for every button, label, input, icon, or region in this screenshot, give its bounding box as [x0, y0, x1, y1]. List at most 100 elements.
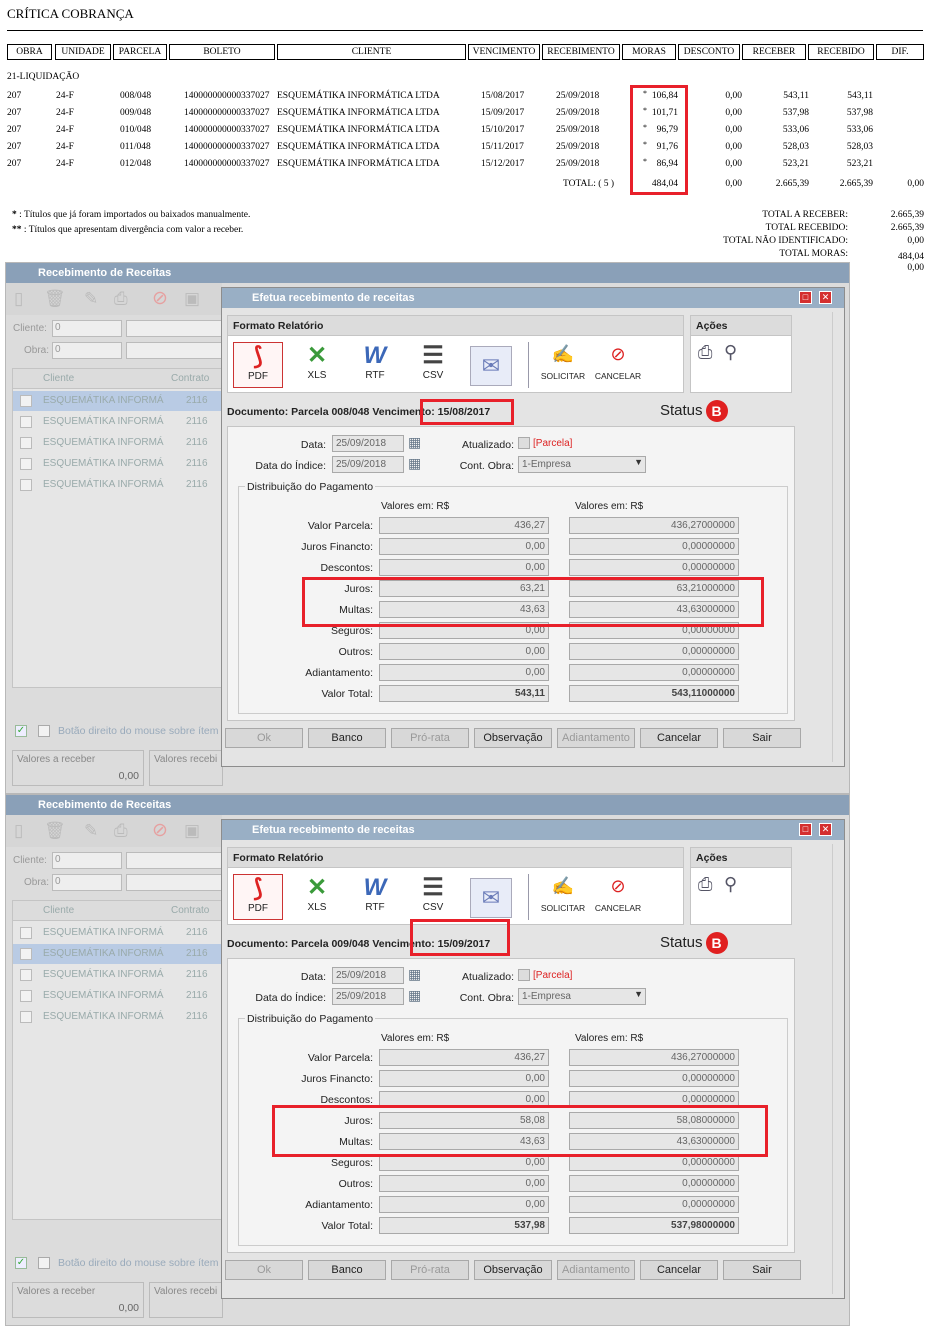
rtf-button[interactable]: W RTF: [350, 874, 400, 920]
cancelar-report-button[interactable]: ⊘ CANCELAR: [593, 876, 643, 913]
value-field-precise[interactable]: 43,63000000: [569, 1133, 739, 1150]
row-checkbox[interactable]: [20, 1011, 32, 1023]
row-checkbox[interactable]: [20, 437, 32, 449]
value-field-reais[interactable]: 0,00: [379, 1154, 549, 1171]
xls-button[interactable]: ✕ XLS: [292, 342, 342, 388]
row-checkbox[interactable]: [20, 395, 32, 407]
cliente-name-input[interactable]: [126, 320, 222, 337]
trash-icon[interactable]: 🗑: [44, 821, 66, 841]
value-field-reais[interactable]: 0,00: [379, 1175, 549, 1192]
pdf-button[interactable]: ⟆ PDF: [233, 874, 283, 920]
button-prrata[interactable]: Pró-rata: [391, 1260, 469, 1280]
value-field-precise[interactable]: 543,11000000: [569, 685, 739, 702]
calendar-icon[interactable]: ▦: [408, 455, 421, 472]
cliente-name-input[interactable]: [126, 852, 222, 869]
rtf-button[interactable]: W RTF: [350, 342, 400, 388]
cliente-input[interactable]: 0: [52, 320, 122, 337]
cliente-input[interactable]: 0: [52, 852, 122, 869]
option-checkbox[interactable]: [38, 1257, 50, 1269]
table-row[interactable]: ESQUEMÁTIKA INFORMÁ 2116: [13, 1007, 223, 1027]
chevron-down-icon[interactable]: ▼: [634, 989, 643, 999]
value-field-reais[interactable]: 43,63: [379, 601, 549, 618]
value-field-reais[interactable]: 436,27: [379, 517, 549, 534]
button-prrata[interactable]: Pró-rata: [391, 728, 469, 748]
value-field-reais[interactable]: 0,00: [379, 559, 549, 576]
binoculars-icon[interactable]: ⚲: [724, 874, 737, 895]
value-field-precise[interactable]: 0,00000000: [569, 1091, 739, 1108]
atualizado-checkbox[interactable]: [518, 969, 530, 981]
button-ok[interactable]: Ok: [225, 1260, 303, 1280]
table-row[interactable]: ESQUEMÁTIKA INFORMÁ 2116: [13, 986, 223, 1006]
value-field-reais[interactable]: 0,00: [379, 1070, 549, 1087]
maximize-icon[interactable]: □: [799, 823, 812, 836]
save-icon[interactable]: ▣: [184, 289, 200, 309]
table-row[interactable]: ESQUEMÁTIKA INFORMÁ 2116: [13, 454, 223, 474]
obra-input[interactable]: 0: [52, 874, 122, 891]
option-checkbox[interactable]: [38, 725, 50, 737]
data-field[interactable]: 25/09/2018: [332, 967, 404, 984]
value-field-precise[interactable]: 436,27000000: [569, 1049, 739, 1066]
button-observao[interactable]: Observação: [474, 728, 552, 748]
table-row[interactable]: ESQUEMÁTIKA INFORMÁ 2116: [13, 391, 223, 411]
value-field-reais[interactable]: 0,00: [379, 622, 549, 639]
obra-name-input[interactable]: [126, 342, 222, 359]
value-field-precise[interactable]: 0,00000000: [569, 1070, 739, 1087]
value-field-reais[interactable]: 0,00: [379, 538, 549, 555]
binoculars-icon[interactable]: ⚲: [724, 342, 737, 363]
button-sair[interactable]: Sair: [723, 1260, 801, 1280]
value-field-precise[interactable]: 0,00000000: [569, 1175, 739, 1192]
cancelar-report-button[interactable]: ⊘ CANCELAR: [593, 344, 643, 381]
value-field-precise[interactable]: 0,00000000: [569, 559, 739, 576]
save-icon[interactable]: ▣: [184, 821, 200, 841]
scrollbar[interactable]: [832, 844, 842, 1294]
select-all-checkbox[interactable]: ✓: [15, 725, 27, 737]
tool-icon[interactable]: ✎: [84, 289, 98, 309]
new-icon[interactable]: ▯: [14, 289, 23, 309]
tool-icon[interactable]: ✎: [84, 821, 98, 841]
button-cancelar[interactable]: Cancelar: [640, 728, 718, 748]
table-row[interactable]: ESQUEMÁTIKA INFORMÁ 2116: [13, 944, 223, 964]
calendar-icon[interactable]: ▦: [408, 966, 421, 983]
pdf-button[interactable]: ⟆ PDF: [233, 342, 283, 388]
value-field-precise[interactable]: 58,08000000: [569, 1112, 739, 1129]
value-field-precise[interactable]: 0,00000000: [569, 1196, 739, 1213]
value-field-reais[interactable]: 43,63: [379, 1133, 549, 1150]
value-field-precise[interactable]: 0,00000000: [569, 622, 739, 639]
scrollbar[interactable]: [832, 312, 842, 762]
button-cancelar[interactable]: Cancelar: [640, 1260, 718, 1280]
value-field-precise[interactable]: 0,00000000: [569, 538, 739, 555]
table-row[interactable]: ESQUEMÁTIKA INFORMÁ 2116: [13, 923, 223, 943]
value-field-precise[interactable]: 0,00000000: [569, 1154, 739, 1171]
table-row[interactable]: ESQUEMÁTIKA INFORMÁ 2116: [13, 433, 223, 453]
value-field-reais[interactable]: 0,00: [379, 664, 549, 681]
value-field-precise[interactable]: 436,27000000: [569, 517, 739, 534]
obra-input[interactable]: 0: [52, 342, 122, 359]
select-all-checkbox[interactable]: ✓: [15, 1257, 27, 1269]
printer-icon[interactable]: ⎙: [698, 342, 712, 363]
new-icon[interactable]: ▯: [14, 821, 23, 841]
cont-obra-select[interactable]: 1-Empresa ▼: [518, 988, 646, 1005]
value-field-precise[interactable]: 43,63000000: [569, 601, 739, 618]
row-checkbox[interactable]: [20, 479, 32, 491]
data-indice-field[interactable]: 25/09/2018: [332, 988, 404, 1005]
trash-icon[interactable]: 🗑: [44, 289, 66, 309]
value-field-reais[interactable]: 0,00: [379, 1196, 549, 1213]
value-field-reais[interactable]: 0,00: [379, 643, 549, 660]
row-checkbox[interactable]: [20, 927, 32, 939]
close-icon[interactable]: ✕: [819, 291, 832, 304]
chevron-down-icon[interactable]: ▼: [634, 457, 643, 467]
print-icon[interactable]: ⎙: [114, 821, 128, 841]
value-field-precise[interactable]: 537,98000000: [569, 1217, 739, 1234]
cancel-icon[interactable]: ⊘: [152, 287, 168, 310]
table-row[interactable]: ESQUEMÁTIKA INFORMÁ 2116: [13, 965, 223, 985]
cont-obra-select[interactable]: 1-Empresa ▼: [518, 456, 646, 473]
value-field-precise[interactable]: 0,00000000: [569, 643, 739, 660]
row-checkbox[interactable]: [20, 990, 32, 1002]
obra-name-input[interactable]: [126, 874, 222, 891]
value-field-reais[interactable]: 436,27: [379, 1049, 549, 1066]
button-adiantamento[interactable]: Adiantamento: [557, 728, 635, 748]
button-banco[interactable]: Banco: [308, 1260, 386, 1280]
xls-button[interactable]: ✕ XLS: [292, 874, 342, 920]
button-adiantamento[interactable]: Adiantamento: [557, 1260, 635, 1280]
close-icon[interactable]: ✕: [819, 823, 832, 836]
